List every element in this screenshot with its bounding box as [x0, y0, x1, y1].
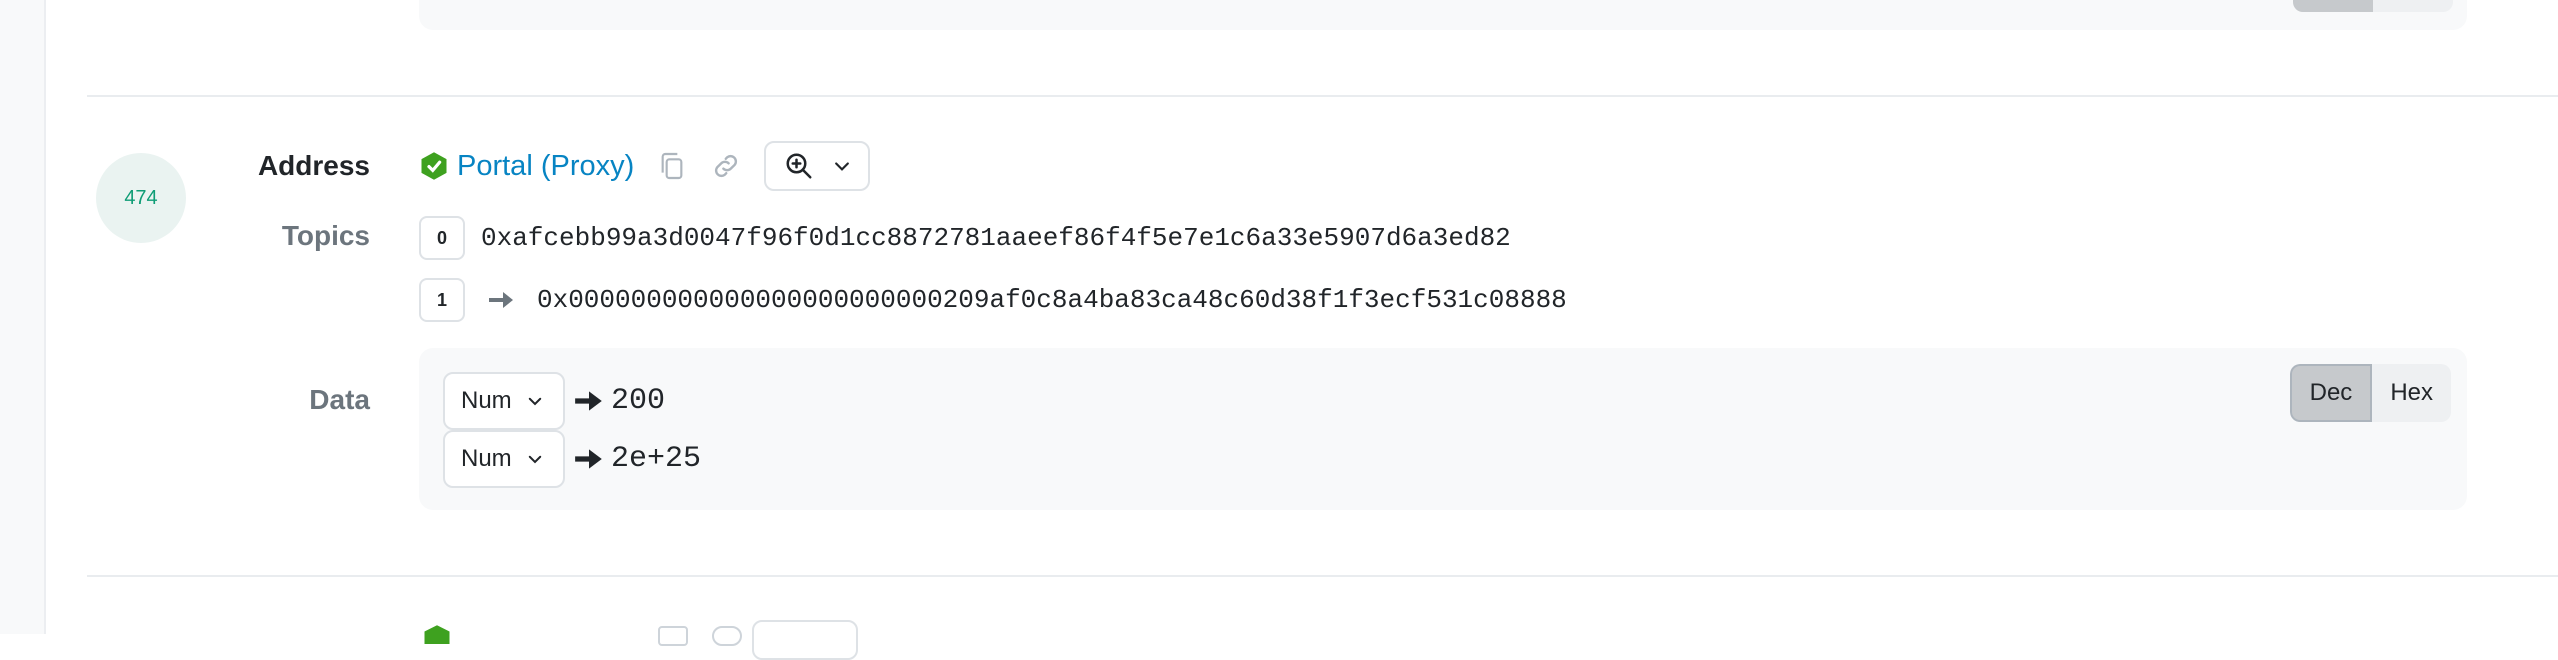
- topic-value: 0xafcebb99a3d0047f96f0d1cc8872781aaeef86…: [481, 223, 1511, 253]
- dec-hex-toggle: Dec Hex: [2289, 364, 2451, 422]
- format-select-value: Num: [461, 387, 512, 414]
- data-label: Data: [309, 384, 370, 415]
- data-value: 2e+25: [611, 442, 702, 476]
- log-index-value: 474: [124, 186, 158, 209]
- data-row-1: Num 2e+25: [443, 430, 701, 488]
- data-row-0: Num 200: [443, 372, 665, 430]
- topic-index: 0: [419, 216, 465, 260]
- right-arrow-icon: [575, 449, 602, 469]
- right-arrow-icon: [575, 391, 602, 411]
- contract-address-link[interactable]: Portal (Proxy): [457, 150, 634, 183]
- zoom-dropdown-button[interactable]: [764, 141, 871, 191]
- chevron-down-icon: [835, 162, 850, 171]
- data-value: 200: [611, 384, 666, 418]
- copy-icon[interactable]: [658, 626, 688, 646]
- copy-icon[interactable]: [656, 150, 688, 182]
- previous-data-box: [419, 0, 2467, 30]
- zoom-in-icon: [786, 153, 812, 179]
- chevron-down-icon: [528, 397, 541, 406]
- address-row: Portal (Proxy): [419, 140, 871, 192]
- topic-row-0: 0 0xafcebb99a3d0047f96f0d1cc8872781aaeef…: [419, 216, 1511, 260]
- log-divider-top: [87, 95, 2558, 97]
- topic-index: 1: [419, 278, 465, 322]
- data-box: Num 200 Num 2e+25 Dec Hex: [419, 348, 2467, 510]
- previous-dec-hex-toggle[interactable]: [2293, 0, 2453, 12]
- topic-value: 0x000000000000000000000000209af0c8a4ba83…: [537, 285, 1567, 315]
- left-rail: [0, 0, 46, 634]
- format-select-value: Num: [461, 445, 512, 472]
- log-divider-bottom: [87, 575, 2558, 577]
- topic-row-1: 1 0x000000000000000000000000209af0c8a4ba…: [419, 278, 1567, 322]
- zoom-dropdown-button[interactable]: [752, 620, 858, 660]
- right-arrow-icon: [489, 292, 513, 308]
- link-icon[interactable]: [710, 150, 742, 182]
- contract-verified-icon: [421, 152, 447, 180]
- contract-verified-icon: [424, 625, 450, 644]
- chevron-down-icon: [528, 455, 541, 464]
- topics-label: Topics: [281, 220, 370, 251]
- address-label: Address: [257, 150, 370, 181]
- dec-button[interactable]: Dec: [2289, 364, 2373, 422]
- link-icon[interactable]: [712, 626, 742, 646]
- hex-button[interactable]: Hex: [2372, 364, 2451, 422]
- format-select[interactable]: Num: [443, 372, 565, 430]
- format-select[interactable]: Num: [443, 430, 565, 488]
